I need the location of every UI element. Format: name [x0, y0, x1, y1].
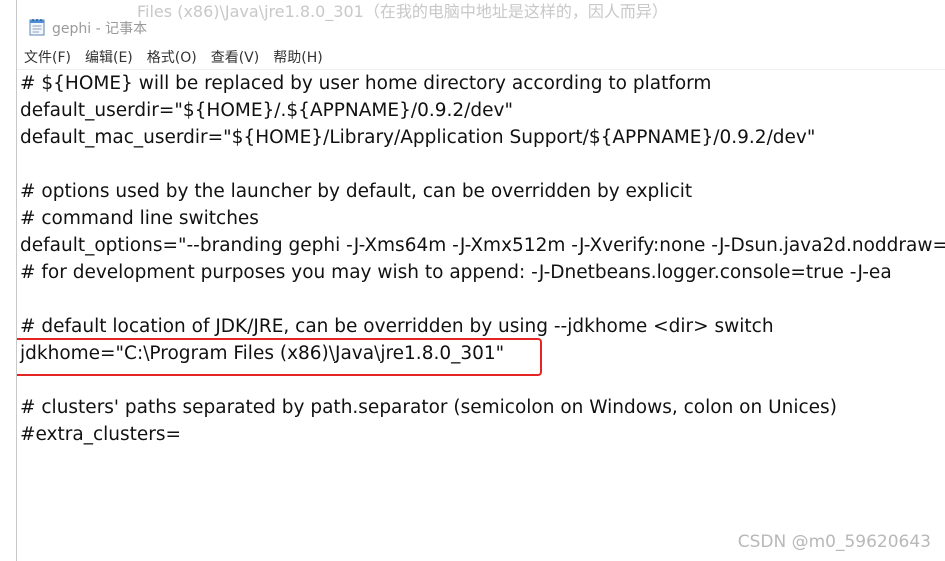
text-editor[interactable]: # ${HOME} will be replaced by user home … — [17, 70, 945, 561]
csdn-watermark: CSDN @m0_59620643 — [737, 532, 931, 552]
window-title: gephi - 记事本 — [52, 21, 148, 37]
editor-line: # options used by the launcher by defaul… — [20, 181, 693, 202]
background-left-edge — [0, 0, 16, 561]
notepad-icon — [29, 18, 45, 36]
menu-file[interactable]: 文件(F) — [17, 47, 78, 67]
editor-line: default_options="--branding gephi -J-Xms… — [20, 235, 945, 256]
menu-bar: 文件(F) 编辑(E) 格式(O) 查看(V) 帮助(H) — [17, 45, 945, 70]
menu-help[interactable]: 帮助(H) — [266, 47, 329, 67]
editor-line: # for development purposes you may wish … — [20, 262, 892, 283]
notepad-window: Files (x86)\Java\jre1.8.0_301（在我的电脑中地址是这… — [16, 0, 945, 561]
editor-line: default_userdir="${HOME}/.${APPNAME}/0.9… — [20, 100, 513, 121]
behind-window-text: Files (x86)\Java\jre1.8.0_301（在我的电脑中地址是这… — [137, 2, 668, 21]
editor-line: #extra_clusters= — [20, 424, 182, 445]
editor-line: # ${HOME} will be replaced by user home … — [20, 73, 712, 94]
editor-line: # command line switches — [20, 208, 259, 229]
menu-format[interactable]: 格式(O) — [140, 47, 204, 67]
editor-line: # clusters' paths separated by path.sepa… — [20, 397, 837, 418]
menu-view[interactable]: 查看(V) — [204, 47, 267, 67]
editor-line: # default location of JDK/JRE, can be ov… — [20, 316, 774, 337]
red-highlight-box — [17, 338, 542, 376]
title-bar[interactable]: Files (x86)\Java\jre1.8.0_301（在我的电脑中地址是这… — [17, 2, 945, 44]
editor-line: default_mac_userdir="${HOME}/Library/App… — [20, 127, 816, 148]
menu-edit[interactable]: 编辑(E) — [78, 47, 140, 67]
